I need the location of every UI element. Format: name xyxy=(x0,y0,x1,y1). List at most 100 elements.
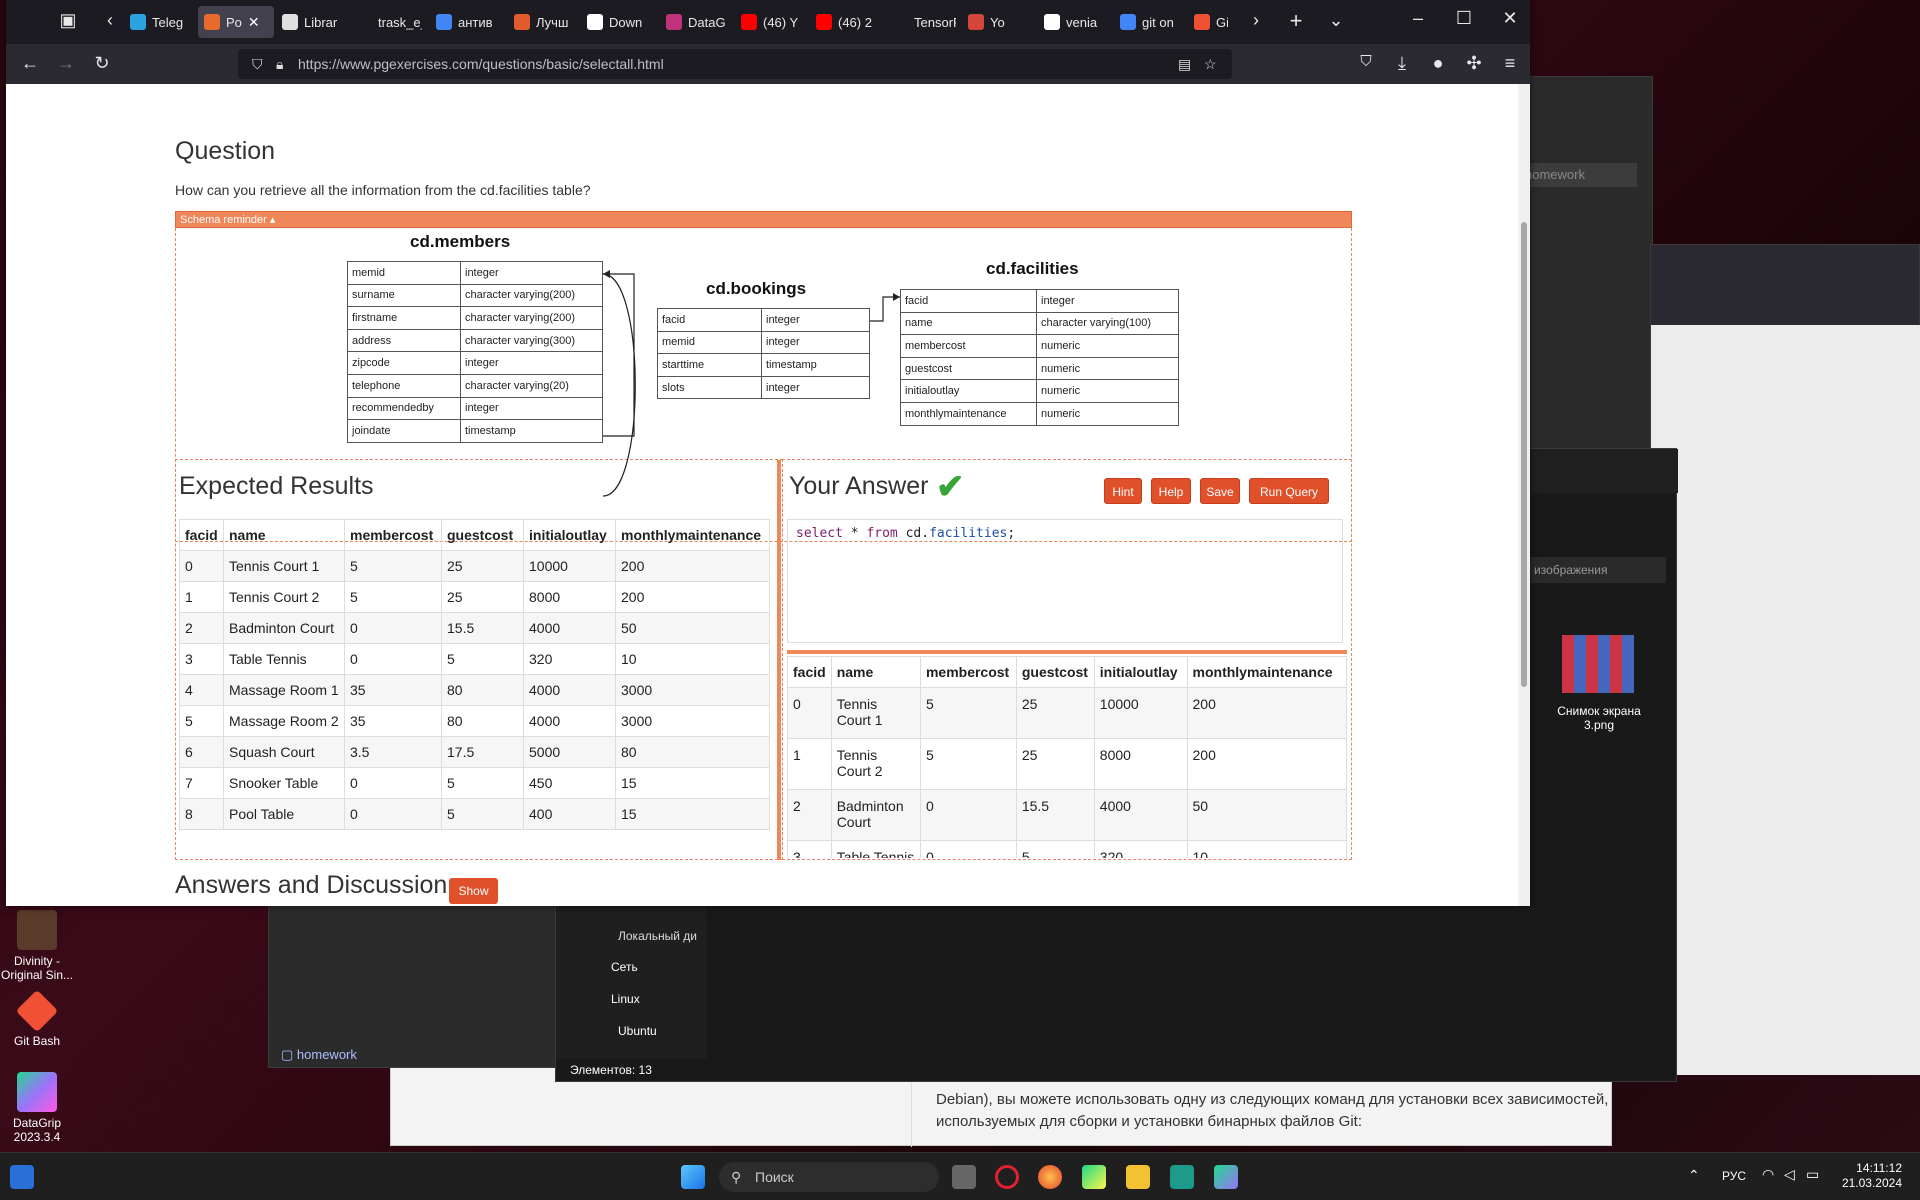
image-search-field[interactable]: изображения xyxy=(1526,557,1666,583)
schema-column-type: numeric xyxy=(1036,379,1179,403)
table-cell: 200 xyxy=(615,550,770,582)
tree-item[interactable]: Linux xyxy=(611,992,640,1006)
downloads-icon[interactable]: ⤓ xyxy=(1390,53,1414,74)
maximize-icon[interactable]: ☐ xyxy=(1452,8,1476,29)
tree-item[interactable]: Ubuntu xyxy=(618,1024,657,1038)
table-cell: 35 xyxy=(344,705,442,737)
schema-reminder-toggle[interactable]: Schema reminder ▴ xyxy=(175,211,1352,228)
chevron-up-icon[interactable]: ⌃ xyxy=(1688,1167,1700,1184)
browser-tab[interactable]: git on xyxy=(1114,6,1182,38)
browser-tab[interactable]: Down xyxy=(581,6,653,38)
schema-column-name: zipcode xyxy=(347,351,461,375)
page-scrollbar[interactable] xyxy=(1518,84,1530,906)
account-icon[interactable]: ● xyxy=(1426,53,1450,74)
browser-tab[interactable]: (46) 2 xyxy=(810,6,878,38)
tab-scroll-right-icon[interactable]: › xyxy=(1244,10,1268,31)
answer-results-viewport[interactable]: facid name membercost guestcost initialoutla… xyxy=(787,656,1347,858)
datagrip-taskbar-icon[interactable] xyxy=(1214,1165,1238,1189)
reload-icon[interactable]: ↻ xyxy=(90,53,114,74)
table-cell: 0 xyxy=(344,767,442,799)
table-cell: Tennis Court 2 xyxy=(223,581,345,613)
shield-icon[interactable]: ⛉ xyxy=(252,49,263,79)
start-icon[interactable] xyxy=(681,1165,705,1189)
browser-tab[interactable]: TensorFlov xyxy=(886,6,956,38)
table-cell: Massage Room 1 xyxy=(223,674,345,706)
schema-column-name: surname xyxy=(347,283,461,308)
git-bash-icon xyxy=(15,989,59,1033)
table-row: 1 Tennis Court 2 5 25 8000 200 xyxy=(787,738,1347,790)
save-button[interactable]: Save xyxy=(1200,478,1240,504)
opera-icon[interactable] xyxy=(995,1165,1019,1189)
schema-column-name: address xyxy=(347,328,461,353)
pycharm-icon[interactable] xyxy=(1082,1165,1106,1189)
url-bar[interactable]: ⛉ 🔒︎ https://www.pgexercises.com/questio… xyxy=(238,49,1232,79)
wifi-icon[interactable]: ◠ xyxy=(1762,1166,1774,1183)
bookmark-star-icon[interactable]: ☆ xyxy=(1204,49,1217,79)
extensions-icon[interactable]: ✣ xyxy=(1462,53,1486,74)
desktop-icon-divinity[interactable]: Divinity - Original Sin... xyxy=(0,910,74,982)
forward-icon[interactable]: → xyxy=(54,53,78,74)
homework-search-field[interactable]: homework xyxy=(1519,163,1637,187)
pane-splitter-vertical[interactable] xyxy=(777,460,781,860)
battery-icon[interactable]: ▭ xyxy=(1806,1166,1819,1183)
task-view-icon[interactable] xyxy=(952,1165,976,1189)
tab-list-chevron-icon[interactable]: ⌄ xyxy=(1324,10,1348,31)
back-icon[interactable]: ← xyxy=(18,53,42,74)
browser-tab[interactable]: venia xyxy=(1038,6,1106,38)
desktop-icon-git-bash[interactable]: Git Bash xyxy=(0,989,74,1048)
browser-tab[interactable]: Git - xyxy=(1188,6,1228,38)
schema-column-name: recommendedby xyxy=(347,396,461,421)
table-row: 2 Badminton Court 0 15.5 4000 50 xyxy=(179,612,770,644)
browser-tab[interactable]: Yo xyxy=(962,6,1030,38)
table-cell: 2 xyxy=(179,612,224,644)
browser-tab[interactable]: Librar xyxy=(276,6,342,38)
widgets-icon[interactable] xyxy=(10,1165,34,1189)
your-answer-heading: Your Answer xyxy=(789,472,929,500)
table-cell: 50 xyxy=(615,612,770,644)
tab-overview-icon[interactable]: ▣ xyxy=(56,10,80,31)
browser-tab[interactable]: (46) Y xyxy=(735,6,803,38)
schema-column-type: numeric xyxy=(1036,334,1179,358)
table-cell: 5 xyxy=(1015,840,1095,858)
background-window-firefox2 xyxy=(1650,244,1920,1075)
taskbar-search[interactable]: ⚲ Поиск xyxy=(719,1162,939,1192)
menu-icon[interactable]: ≡ xyxy=(1498,53,1522,74)
input-language[interactable]: РУС xyxy=(1722,1169,1746,1183)
table-cell: 4000 xyxy=(523,705,616,737)
browser-tab[interactable]: Лучш xyxy=(508,6,574,38)
browser-tab[interactable]: Po ✕ xyxy=(198,6,274,38)
tab-scroll-left-icon[interactable]: ‹ xyxy=(98,10,122,31)
desktop-icon-datagrip[interactable]: DataGrip 2023.3.4 xyxy=(0,1072,74,1144)
app-32-icon[interactable] xyxy=(1170,1165,1194,1189)
volume-icon[interactable]: ◁ xyxy=(1784,1166,1795,1183)
file-thumbnail[interactable] xyxy=(1562,635,1634,693)
file-explorer-icon[interactable] xyxy=(1126,1165,1150,1189)
pane-splitter-horizontal[interactable] xyxy=(787,650,1347,654)
close-tab-icon[interactable]: ✕ xyxy=(248,14,260,31)
browser-tab[interactable]: Teleg xyxy=(124,6,188,38)
firefox-icon[interactable] xyxy=(1038,1165,1062,1189)
run-query-button[interactable]: Run Query xyxy=(1249,478,1329,504)
column-header: guestcost xyxy=(1015,656,1095,688)
tree-item[interactable]: Локальный ди xyxy=(618,929,697,943)
schema-column-type: integer xyxy=(460,396,603,421)
schema-row: zipcode integer xyxy=(347,351,603,375)
browser-tab[interactable]: антив xyxy=(430,6,500,38)
browser-tab[interactable]: DataG xyxy=(660,6,728,38)
pocket-icon[interactable]: ⛉ xyxy=(1354,53,1378,70)
table-cell: Badminton Court xyxy=(223,612,345,644)
help-button[interactable]: Help xyxy=(1151,478,1191,504)
clock[interactable]: 14:11:12 21.03.2024 xyxy=(1838,1161,1902,1191)
tree-item[interactable]: Сеть xyxy=(611,960,638,974)
hint-button[interactable]: Hint xyxy=(1104,478,1142,504)
url-text[interactable]: https://www.pgexercises.com/questions/ba… xyxy=(298,56,664,72)
reader-view-icon[interactable]: ▤ xyxy=(1178,49,1191,79)
scrollbar-thumb[interactable] xyxy=(1521,222,1527,687)
show-discussion-button[interactable]: Show xyxy=(449,878,498,904)
minimize-icon[interactable]: – xyxy=(1406,8,1430,29)
browser-tab[interactable]: trask_e_gr xyxy=(350,6,422,38)
sql-editor[interactable]: select * from cd.facilities; xyxy=(787,519,1343,643)
new-tab-icon[interactable]: + xyxy=(1284,8,1308,34)
schema-column-type: integer xyxy=(761,308,870,332)
close-window-icon[interactable]: ✕ xyxy=(1498,8,1522,29)
